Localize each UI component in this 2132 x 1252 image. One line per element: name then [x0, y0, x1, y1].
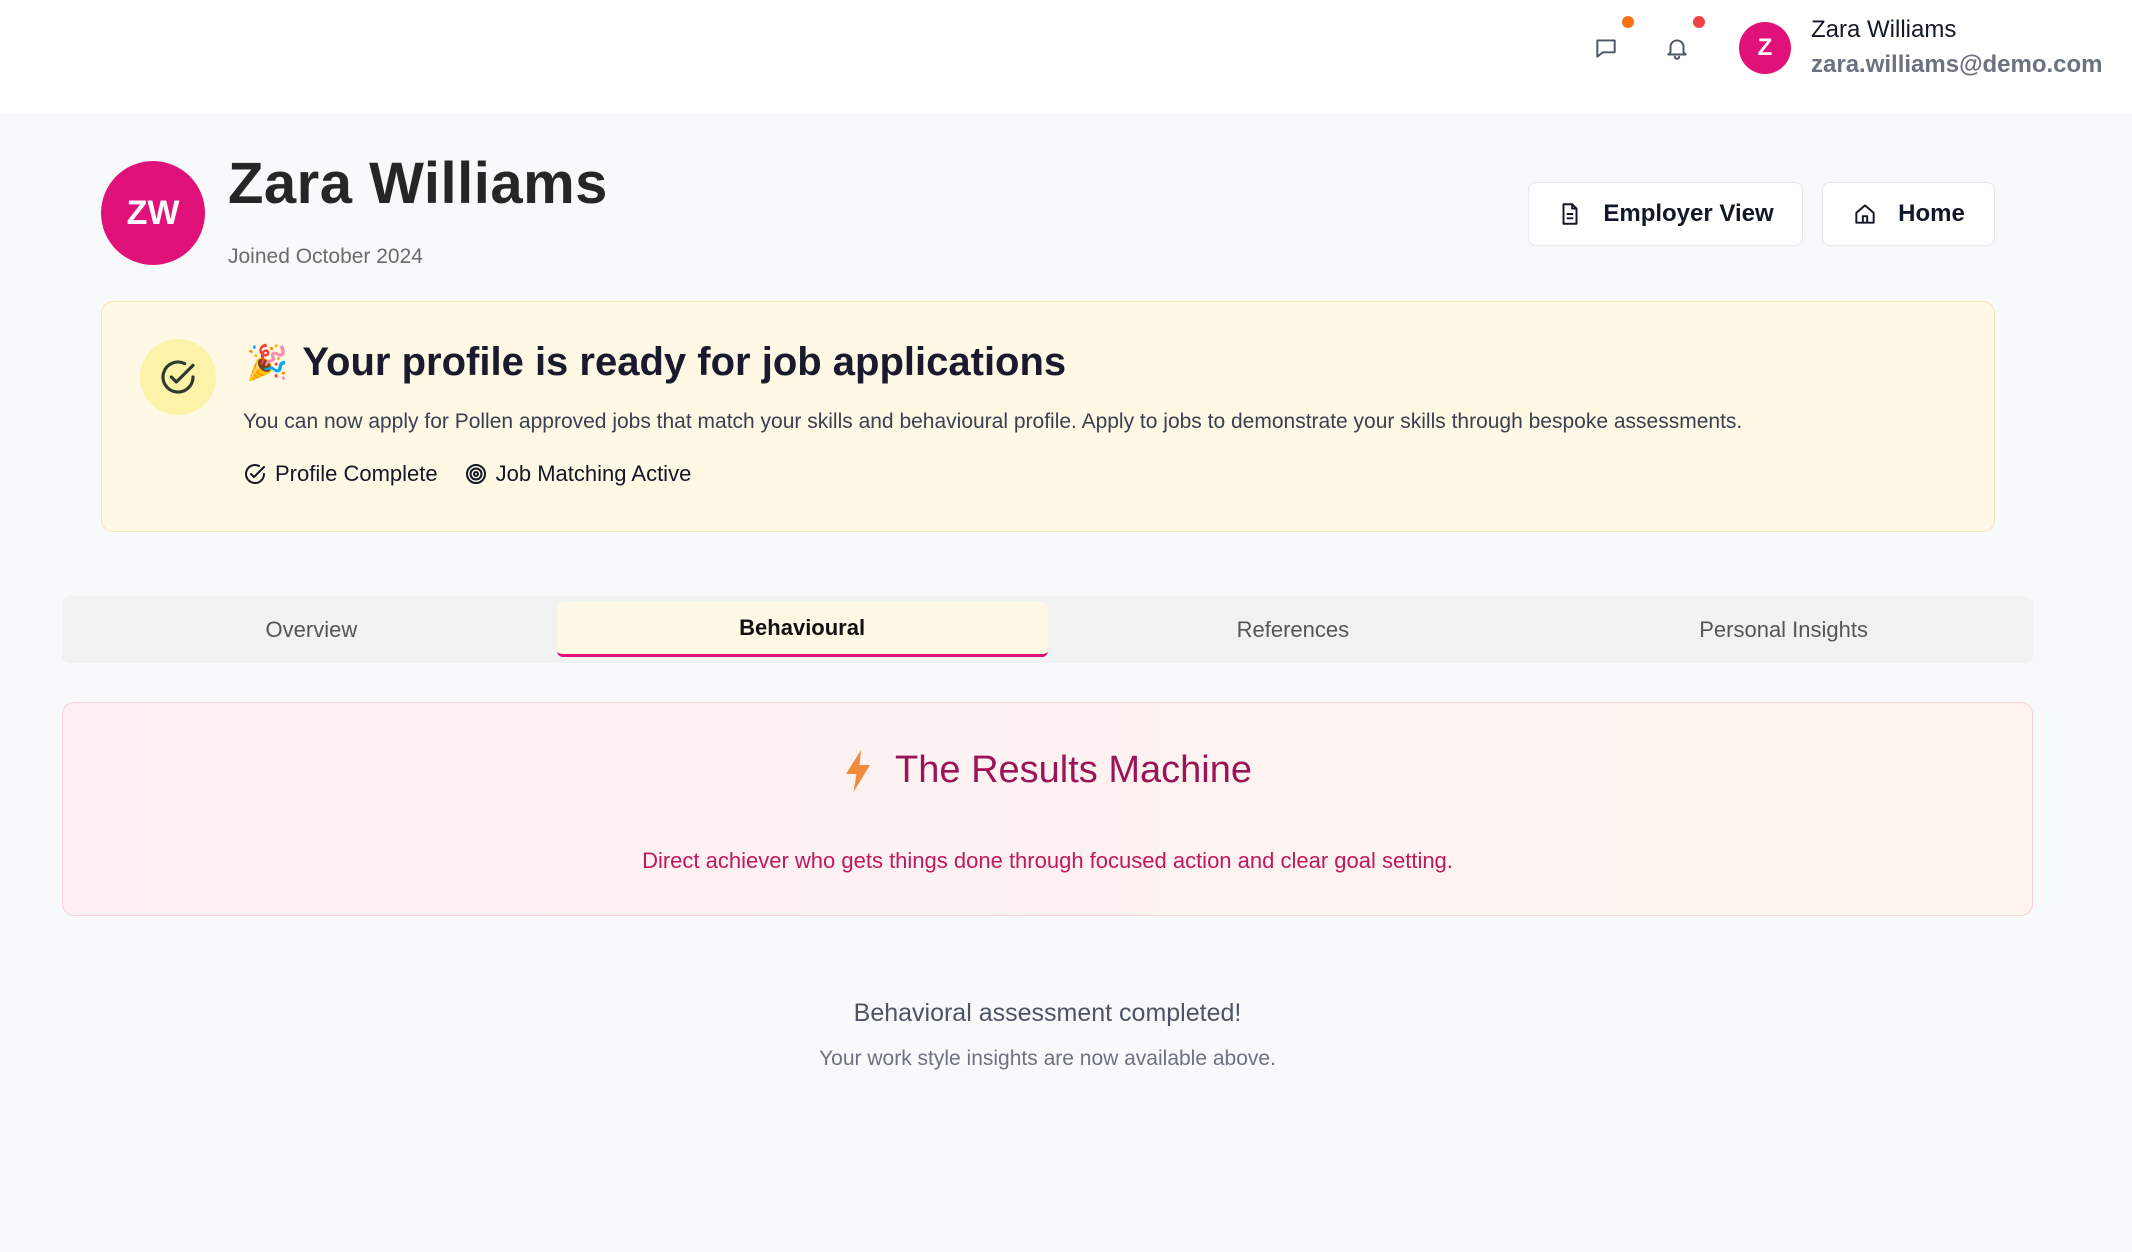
messages-unread-dot	[1622, 16, 1634, 28]
employer-view-label: Employer View	[1603, 200, 1774, 227]
check-circle-small-icon	[245, 464, 265, 484]
job-matching-label: Job Matching Active	[495, 461, 692, 486]
result-title-text: The Results Machine	[895, 749, 1252, 791]
user-email: zara.williams@demo.com	[1811, 51, 2103, 78]
home-button[interactable]: Home	[1822, 182, 1995, 246]
home-label: Home	[1898, 200, 1965, 227]
assessment-completed-subtitle: Your work style insights are now availab…	[819, 1047, 1276, 1070]
party-popper-icon: 🎉	[246, 343, 289, 382]
result-description: Direct achiever who gets things done thr…	[642, 848, 1453, 873]
employer-view-button[interactable]: Employer View	[1528, 182, 1803, 246]
top-bar: Z Zara Williams zara.williams@demo.com	[0, 0, 2132, 113]
banner-badges: Profile Complete Job Matching Active	[243, 461, 691, 487]
bell-icon	[1667, 39, 1687, 60]
profile-tabs: Overview Behavioural References Personal…	[62, 596, 2033, 663]
check-circle-icon	[140, 339, 216, 415]
result-title: The Results Machine	[63, 749, 2032, 792]
user-name: Zara Williams	[1811, 16, 1957, 43]
behaviour-result-card: The Results Machine Direct achiever who …	[62, 702, 2033, 916]
banner-title-text: Your profile is ready for job applicatio…	[302, 340, 1067, 384]
tab-overview[interactable]: Overview	[66, 602, 557, 657]
assessment-completed-title: Behavioral assessment completed!	[853, 999, 1242, 1027]
messages-button[interactable]	[1582, 16, 1634, 72]
notifications-button[interactable]	[1653, 16, 1705, 72]
lightning-bolt-icon	[846, 749, 871, 792]
profile-joined-date: Joined October 2024	[228, 245, 423, 268]
profile-complete-label: Profile Complete	[275, 461, 438, 486]
profile-avatar: ZW	[101, 161, 205, 265]
tab-personal-insights[interactable]: Personal Insights	[1538, 602, 2029, 657]
notifications-unread-dot	[1693, 16, 1705, 28]
profile-name: Zara Williams	[228, 151, 608, 216]
target-icon	[465, 464, 486, 484]
tab-references[interactable]: References	[1048, 602, 1539, 657]
profile-complete-badge: Profile Complete	[243, 461, 438, 487]
tab-behavioural[interactable]: Behavioural	[556, 602, 1048, 657]
profile-ready-banner: 🎉 Your profile is ready for job applicat…	[101, 301, 1995, 532]
message-icon	[1596, 39, 1616, 58]
user-avatar[interactable]: Z	[1739, 22, 1791, 74]
banner-title: 🎉 Your profile is ready for job applicat…	[246, 340, 1066, 385]
job-matching-badge: Job Matching Active	[464, 461, 692, 487]
home-icon	[1855, 204, 1875, 224]
document-icon	[1562, 203, 1578, 225]
banner-description: You can now apply for Pollen approved jo…	[243, 410, 1743, 433]
